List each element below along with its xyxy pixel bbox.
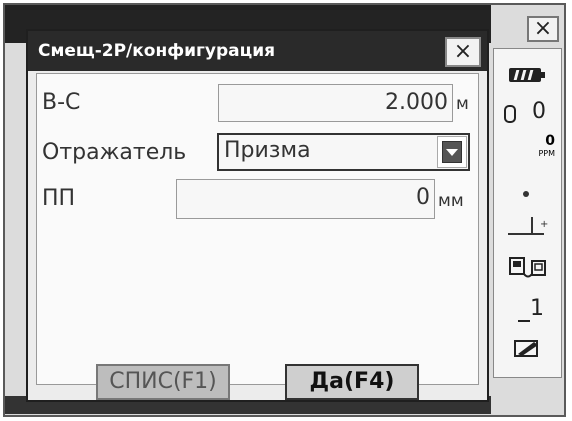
communication-icon (509, 257, 546, 278)
chevron-down-icon (442, 141, 462, 163)
hv-input[interactable]: 2.000 (218, 84, 453, 122)
prism-icon (504, 105, 516, 123)
reflector-select[interactable]: Призма (217, 133, 470, 171)
battery-icon (509, 68, 545, 82)
dialog-close-button[interactable]: × (445, 37, 481, 67)
ppm-label: PPM (538, 149, 555, 158)
input-mode-icon (514, 340, 538, 357)
reflector-label: Отражатель (42, 140, 187, 165)
sd-card-number: 1 (530, 296, 544, 321)
hv-label: В-С (42, 90, 81, 115)
prism-constant-input[interactable]: 0 (176, 179, 435, 219)
prism-constant-status: 0 (532, 99, 546, 124)
sd-card-icon (518, 320, 530, 322)
hv-unit: м (456, 94, 469, 114)
main-window-close-button[interactable]: × (527, 16, 559, 42)
prism-constant-label: ПП (42, 186, 76, 211)
prism-constant-unit: мм (438, 191, 464, 211)
dialog-title: Смещ-2Р/конфигурация (38, 41, 276, 61)
list-softkey-f1[interactable]: СПИС(F1) (96, 364, 230, 400)
reflector-dropdown-button[interactable] (437, 136, 467, 168)
ok-softkey-f4[interactable]: Да(F4) (285, 364, 419, 400)
screen: × 0 0 PPM + 1 Смещ-2Р/конфигурация × В-С… (0, 0, 572, 421)
status-bar: 0 0 PPM + 1 (493, 48, 562, 378)
config-dialog: Смещ-2Р/конфигурация × В-С 2.000 м Отраж… (26, 29, 489, 402)
reflector-value: Призма (224, 138, 311, 163)
laser-indicator-icon (523, 191, 529, 197)
dialog-titlebar: Смещ-2Р/конфигурация × (28, 31, 487, 71)
ppm-value: 0 (545, 133, 555, 149)
